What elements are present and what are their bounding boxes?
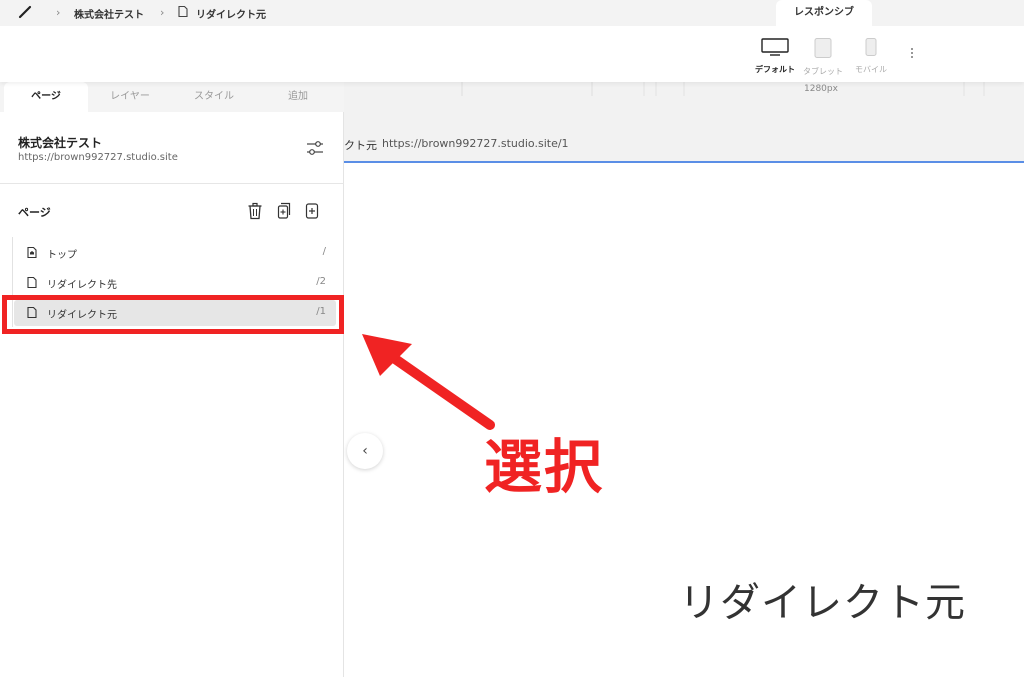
home-page-icon [27, 246, 37, 259]
duplicate-page-icon[interactable] [276, 202, 292, 220]
canvas-selection-line [344, 161, 1024, 163]
desktop-icon [761, 38, 789, 56]
annotation-arrow-icon [362, 334, 495, 430]
tab-pages[interactable]: ページ [4, 82, 88, 112]
more-options-icon[interactable] [908, 46, 916, 60]
tab-add[interactable]: 追加 [256, 82, 340, 112]
pages-section-title: ページ [18, 206, 51, 219]
annotation-label: 選択 [484, 433, 605, 501]
breadcrumb-site[interactable]: 株式会社テスト [74, 6, 144, 21]
top-bar: › 株式会社テスト › リダイレクト元 レスポンシブ デフォルト タブレット モ… [0, 0, 1024, 82]
panel-divider [0, 183, 344, 184]
tab-styles[interactable]: スタイル [172, 82, 256, 112]
device-mobile-label: モバイル [855, 65, 887, 74]
breakpoint-ruler [461, 82, 985, 96]
add-page-icon[interactable] [304, 202, 320, 220]
page-row-path: / [322, 246, 326, 257]
selection-highlight-box [2, 295, 344, 334]
tablet-icon [814, 38, 832, 58]
studio-logo-icon[interactable] [18, 5, 32, 19]
left-panel: ページ レイヤー スタイル 追加 株式会社テスト https://brown99… [0, 82, 344, 677]
canvas-header: 1280px クト元 https://brown992727.studio.si… [344, 82, 1024, 162]
mobile-icon [865, 38, 877, 56]
canvas-page-name: クト元 [344, 139, 377, 152]
page-row-redirect-target[interactable]: リダイレクト先 /2 [14, 270, 336, 296]
site-url[interactable]: https://brown992727.studio.site [18, 152, 178, 163]
site-name: 株式会社テスト [18, 136, 103, 150]
canvas-page-url[interactable]: https://brown992727.studio.site/1 [382, 137, 569, 150]
page-row-top[interactable]: トップ / [14, 240, 336, 266]
breadcrumb-chevron-icon: › [56, 6, 61, 19]
breadcrumb-page[interactable]: リダイレクト元 [196, 6, 266, 21]
page-icon [27, 276, 37, 289]
breadcrumb-chevron-icon: › [160, 6, 165, 19]
tab-layers[interactable]: レイヤー [88, 82, 172, 112]
panel-tabs: ページ レイヤー スタイル 追加 [0, 82, 344, 112]
responsive-mode-tab[interactable]: レスポンシブ [776, 0, 872, 26]
page-row-label: トップ [47, 250, 77, 261]
page-row-path: /2 [316, 276, 326, 287]
page-row-label: リダイレクト先 [47, 280, 117, 291]
page-icon [178, 5, 188, 18]
site-settings-icon[interactable] [306, 140, 324, 156]
canvas-width-label: 1280px [804, 84, 838, 94]
device-mobile-button[interactable]: モバイル [841, 38, 901, 75]
chevron-left-icon: ‹ [362, 443, 368, 459]
trash-icon[interactable] [247, 202, 263, 220]
canvas-page-heading[interactable]: リダイレクト元 [679, 570, 966, 628]
